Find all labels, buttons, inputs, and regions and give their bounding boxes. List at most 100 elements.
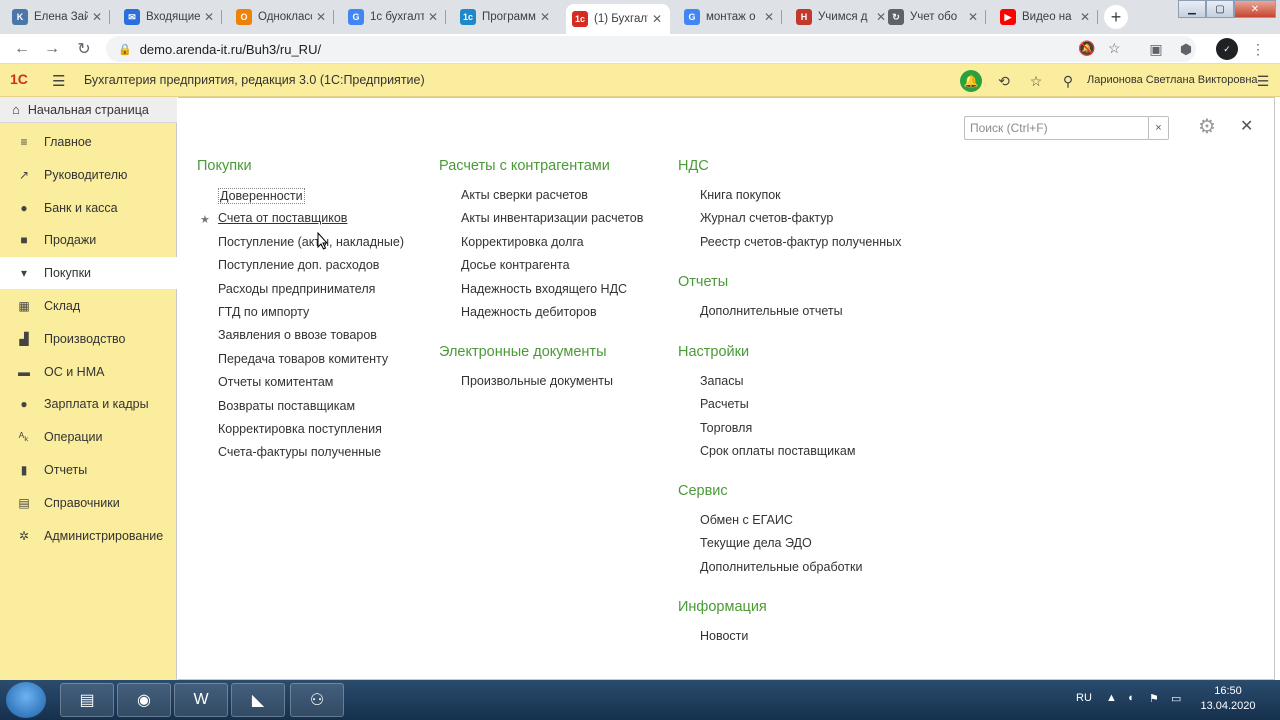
close-tab-icon[interactable]: ✕ [652,12,664,26]
close-tab-icon[interactable]: ✕ [764,10,776,24]
search-input[interactable]: Поиск (Ctrl+F) [965,121,1148,135]
home-page-tab[interactable]: ⌂ Начальная страница [0,97,177,123]
maximize-button[interactable]: ▢ [1206,0,1234,18]
flag-icon[interactable]: ⚑ [1149,692,1159,705]
close-tab-icon[interactable]: ✕ [92,10,104,24]
sidebar-item[interactable]: ▬ ОС и НМА [0,356,177,388]
reload-button[interactable]: ↻ [74,39,94,59]
sidebar-item[interactable]: ▮ Отчеты [0,454,177,486]
command-link[interactable]: Корректировка поступления [218,422,382,436]
close-tab-icon[interactable]: ✕ [204,10,216,24]
app-taskbar-icon[interactable]: ⚇ [290,683,344,717]
sidebar-item[interactable]: ▾ Покупки [0,257,177,290]
forward-button[interactable]: → [42,39,62,59]
command-link[interactable]: Новости [700,629,748,643]
user-name[interactable]: Ларионова Светлана Викторовна [1087,74,1258,86]
command-link[interactable]: Обмен с ЕГАИС [700,513,793,527]
cube-extension-icon[interactable]: ⬢ [1176,39,1196,59]
tray-arrow-icon[interactable]: ▲ [1106,692,1117,704]
command-link[interactable]: Акты инвентаризации расчетов [461,211,643,225]
sidebar-item[interactable]: ↗ Руководителю [0,159,177,191]
command-link[interactable]: Дополнительные обработки [700,560,862,574]
profile-avatar[interactable]: ✓ [1216,38,1238,60]
browser-tab[interactable]: H Учимся д ✕ [790,4,894,30]
browser-tab[interactable]: ▶ Видео на ✕ [994,4,1098,30]
browser-tab[interactable]: 1c Программа ✕ [454,4,558,30]
explorer-taskbar-icon[interactable]: ▤ [60,683,114,717]
close-tab-icon[interactable]: ✕ [1080,10,1092,24]
sidebar-item[interactable]: ✲ Администрирование [0,520,177,552]
browser-tab[interactable]: ↻ Учет обо ✕ [882,4,986,30]
app-menu-icon[interactable]: ☰ [1252,70,1274,92]
command-link[interactable]: Досье контрагента [461,258,570,272]
command-link[interactable]: Запасы [700,374,743,388]
nvidia-taskbar-icon[interactable]: ◣ [231,683,285,717]
word-taskbar-icon[interactable]: W [174,683,228,717]
browser-tab[interactable]: 1с (1) Бухгалтерия ✕ [566,4,670,34]
command-link[interactable]: Заявления о ввозе товаров [218,328,377,342]
browser-tab[interactable]: О Одноклассники ✕ [230,4,334,30]
sidebar-item[interactable]: ● Банк и касса [0,192,177,224]
section-search[interactable]: Поиск (Ctrl+F) × [964,116,1169,140]
sidebar-item[interactable]: ▟ Производство [0,323,177,355]
hamburger-menu-icon[interactable]: ☰ [52,72,65,90]
command-link[interactable]: Расчеты [700,397,749,411]
close-tab-icon[interactable]: ✕ [968,10,980,24]
command-link[interactable]: Журнал счетов-фактур [700,211,833,225]
browser-menu-icon[interactable]: ⋮ [1248,39,1268,59]
browser-tab[interactable]: Gмонтаж о ✕ [678,4,782,30]
command-link[interactable]: Отчеты комитентам [218,375,333,389]
global-search-icon[interactable]: ⚲ [1057,70,1079,92]
language-indicator[interactable]: RU [1076,692,1092,704]
command-link[interactable]: Надежность дебиторов [461,305,597,319]
close-tab-icon[interactable]: ✕ [428,10,440,24]
network-icon[interactable]: ▭ [1171,692,1181,705]
back-button[interactable]: ← [12,39,32,59]
sidebar-item[interactable]: ▦ Склад [0,290,177,322]
volume-icon[interactable]: ◖ [1127,692,1134,704]
minimize-button[interactable]: ▁ [1178,0,1206,18]
command-link[interactable]: Доверенности [218,188,305,204]
command-link[interactable]: ГТД по импорту [218,305,309,319]
command-link[interactable]: Расходы предпринимателя [218,282,375,296]
clear-search-icon[interactable]: × [1148,117,1168,139]
settings-gear-icon[interactable]: ⚙ [1198,114,1216,139]
command-link[interactable]: Дополнительные отчеты [700,304,843,318]
mute-icon[interactable]: 🔕 [1078,40,1095,57]
new-tab-button[interactable]: + [1104,5,1128,29]
command-link[interactable]: Книга покупок [700,188,781,202]
close-panel-icon[interactable]: ✕ [1240,116,1253,136]
favorite-star-icon[interactable]: ★ [200,213,210,226]
favorites-star-icon[interactable]: ☆ [1025,70,1047,92]
command-link[interactable]: Возвраты поставщикам [218,399,355,413]
command-link[interactable]: Торговля [700,421,752,435]
start-button[interactable] [6,682,46,718]
command-link[interactable]: Передача товаров комитенту [218,352,388,366]
command-link[interactable]: Акты сверки расчетов [461,188,588,202]
command-link[interactable]: Текущие дела ЭДО [700,536,812,550]
command-link[interactable]: Реестр счетов-фактур полученных [700,235,901,249]
sidebar-item[interactable]: ≡ Главное [0,126,177,158]
browser-tab[interactable]: G 1с бухгалтерия ✕ [342,4,446,30]
browser-tab[interactable]: K Елена Зай ✕ [6,4,110,30]
command-link[interactable]: Корректировка долга [461,235,584,249]
extension-icon[interactable]: ▣ [1146,39,1166,59]
clock[interactable]: 16:50 13.04.2020 [1200,684,1256,714]
sidebar-item[interactable]: ● Зарплата и кадры [0,388,177,420]
chrome-taskbar-icon[interactable]: ◉ [117,683,171,717]
command-link[interactable]: Надежность входящего НДС [461,282,627,296]
command-link[interactable]: Счета-фактуры полученные [218,445,381,459]
browser-tab[interactable]: ✉ Входящие ✕ [118,4,222,30]
bookmark-star-icon[interactable]: ☆ [1108,40,1121,57]
sidebar-item[interactable]: ▤ Справочники [0,487,177,519]
window-close-button[interactable]: ✕ [1234,0,1276,18]
command-link[interactable]: Поступление доп. расходов [218,258,379,272]
command-link[interactable]: Срок оплаты поставщикам [700,444,855,458]
command-link[interactable]: Счета от поставщиков [218,211,347,225]
command-link[interactable]: Поступление (акты, накладные) [218,235,404,249]
history-icon[interactable]: ⟲ [993,70,1015,92]
command-link[interactable]: Произвольные документы [461,374,613,388]
close-tab-icon[interactable]: ✕ [316,10,328,24]
close-tab-icon[interactable]: ✕ [540,10,552,24]
sidebar-item[interactable]: ■ Продажи [0,224,177,256]
